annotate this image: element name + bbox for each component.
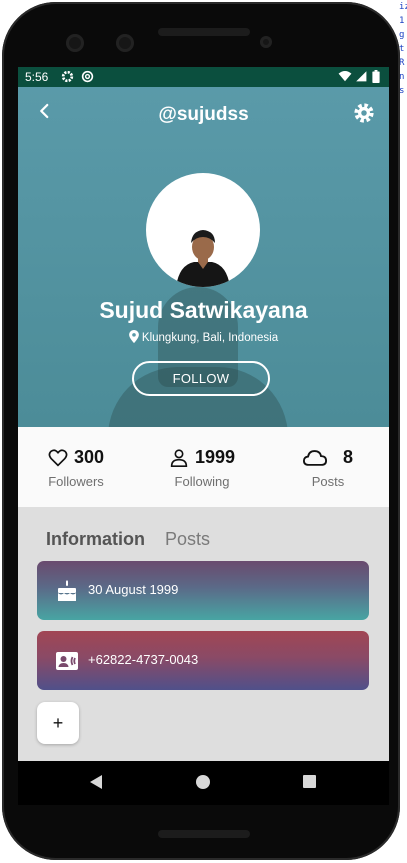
stats-bar: 300 Followers 1999 Following 8 Posts <box>18 427 389 507</box>
home-circle-icon <box>196 775 210 789</box>
display-name: Sujud Satwikayana <box>99 297 308 323</box>
location-row: Klungkung, Bali, Indonesia <box>18 330 389 344</box>
status-bar: 5:56 <box>18 67 389 87</box>
ide-line: s <box>399 86 405 96</box>
avatar[interactable] <box>146 173 260 287</box>
ide-line: g <box>399 30 405 40</box>
followers-label: Followers <box>48 474 104 489</box>
nav-back-button[interactable] <box>88 774 104 795</box>
wifi-icon <box>338 70 352 85</box>
ide-line: n <box>399 72 405 82</box>
cloud-icon <box>302 450 327 466</box>
heart-icon <box>48 448 68 467</box>
person-icon <box>170 448 188 467</box>
nav-recents-button[interactable] <box>302 774 317 794</box>
page-title: @sujudss <box>158 104 249 125</box>
following-stat[interactable]: 1999 Following <box>147 447 257 489</box>
status-time: 5:56 <box>25 70 49 84</box>
front-camera-icon <box>66 34 84 52</box>
add-button[interactable]: + <box>37 702 79 744</box>
back-triangle-icon <box>90 775 102 789</box>
ide-line: R <box>399 58 405 68</box>
app-screen: 5:56 @sujudss Sujud Satwikayana Klungkun… <box>18 67 389 805</box>
battery-icon <box>372 70 380 86</box>
posts-label: Posts <box>311 474 345 489</box>
tab-information[interactable]: Information <box>46 529 145 550</box>
birthday-card[interactable]: 30 August 1999 <box>37 561 369 620</box>
ide-line: ize <box>399 2 407 12</box>
gear-icon <box>354 103 374 123</box>
at-icon <box>81 70 94 86</box>
profile-header: @sujudss Sujud Satwikayana Klungkung, Ba… <box>18 87 389 427</box>
nav-home-button[interactable] <box>195 774 211 795</box>
ide-code-strip: ize 1 g t R n s <box>399 0 407 560</box>
followers-count: 300 <box>73 447 105 467</box>
tab-posts[interactable]: Posts <box>165 529 210 550</box>
followers-stat[interactable]: 300 Followers <box>21 447 131 489</box>
front-sensor-icon <box>116 34 134 52</box>
cake-icon <box>58 580 76 601</box>
ide-line: 1 <box>399 16 405 26</box>
earpiece-speaker <box>158 28 250 36</box>
following-label: Following <box>174 474 230 489</box>
phone-card[interactable]: +62822-4737-0043 <box>37 631 369 690</box>
posts-stat[interactable]: 8 Posts <box>273 447 383 489</box>
birthday-text: 30 August 1999 <box>88 582 179 597</box>
signal-icon <box>355 70 367 85</box>
location-text: Klungkung, Bali, Indonesia <box>141 332 279 344</box>
following-count: 1999 <box>194 447 236 467</box>
map-pin-icon <box>129 330 139 343</box>
system-nav-bar <box>18 761 389 805</box>
posts-count: 8 <box>342 447 353 467</box>
recents-square-icon <box>303 775 316 788</box>
settings-icon <box>61 70 74 86</box>
contact-card-icon <box>56 652 78 670</box>
settings-button[interactable] <box>353 102 375 124</box>
proximity-sensor-icon <box>260 36 272 48</box>
ide-line: t <box>399 44 405 54</box>
phone-text: +62822-4737-0043 <box>88 652 199 667</box>
follow-button[interactable]: FOLLOW <box>132 361 270 396</box>
bottom-speaker <box>158 830 250 838</box>
content-area: Information Posts 30 August 1999 +62822-… <box>18 507 389 761</box>
